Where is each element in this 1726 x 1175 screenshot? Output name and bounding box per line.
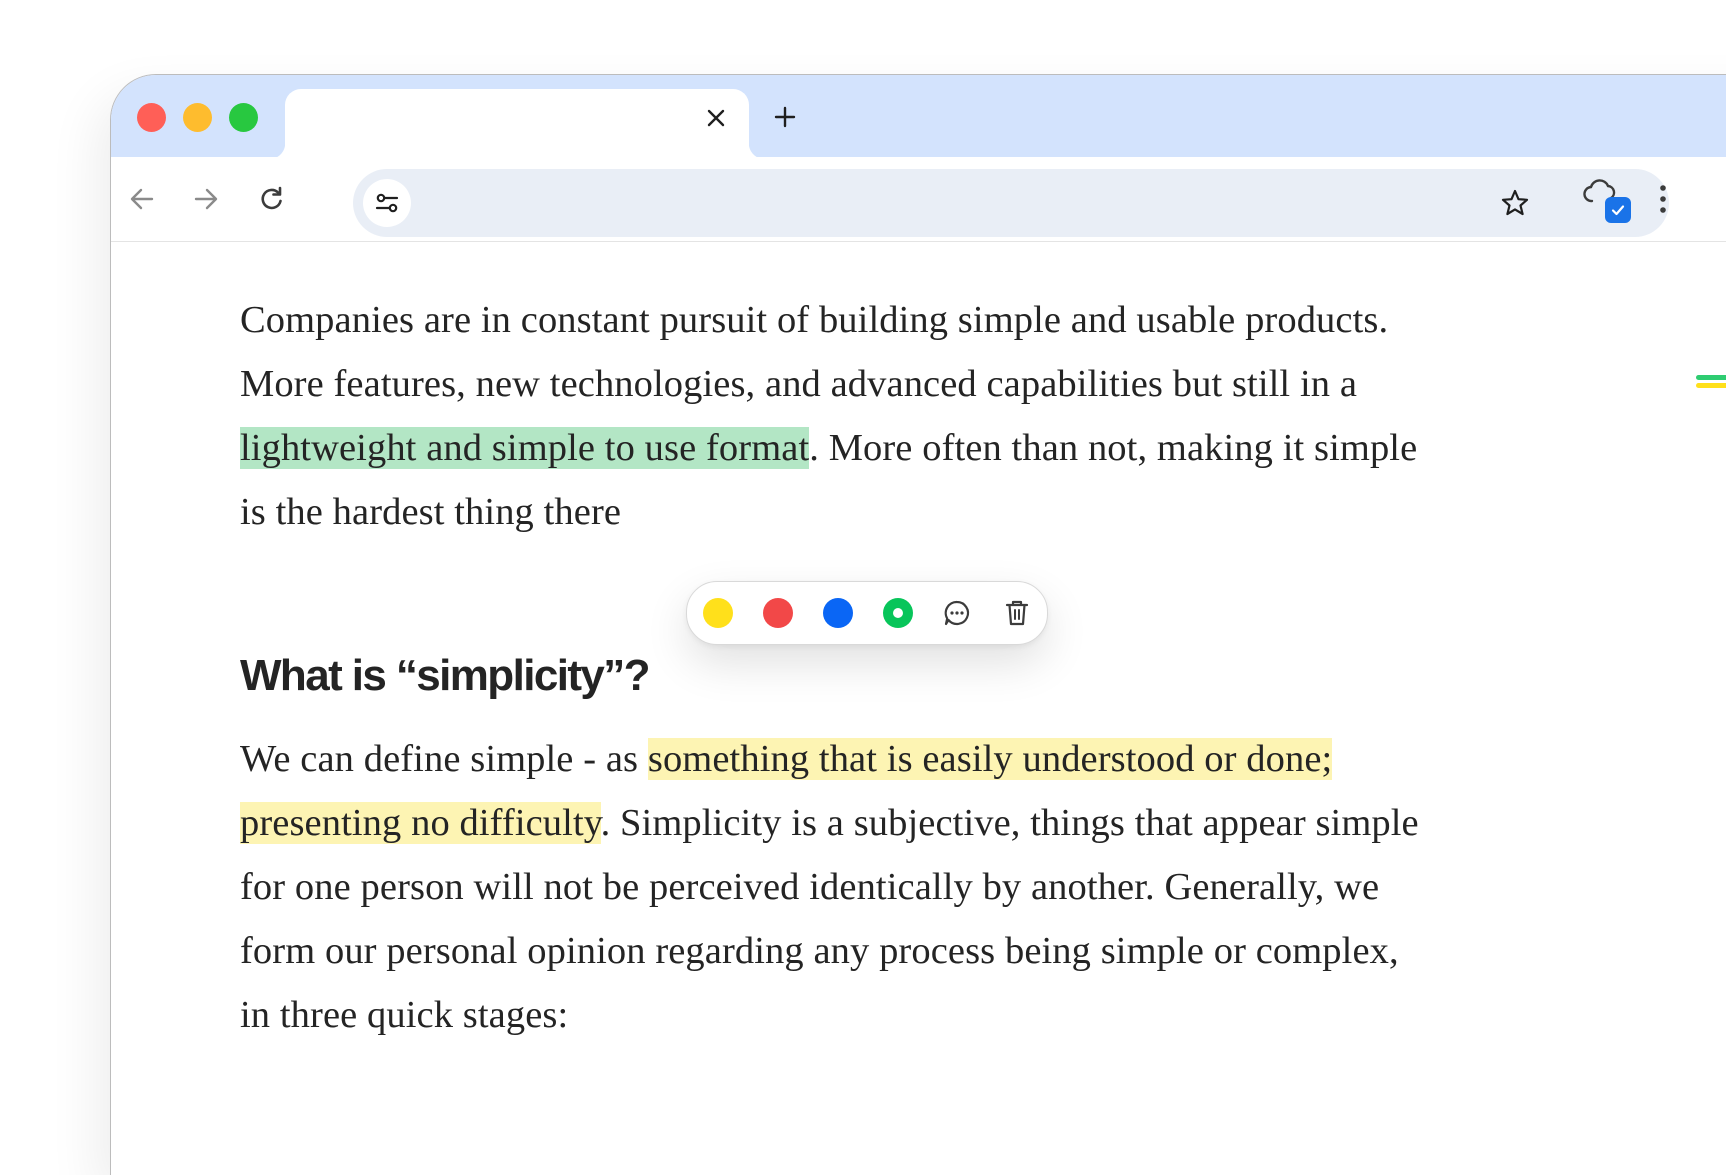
article-paragraph-2: We can define simple - as something that… <box>240 727 1640 1047</box>
bookmark-button[interactable] <box>1493 181 1537 225</box>
tune-icon <box>375 193 399 213</box>
text-line: in three quick stages: <box>240 994 569 1036</box>
color-green-button[interactable] <box>883 598 913 628</box>
article-paragraph-1: Companies are in constant pursuit of bui… <box>240 288 1640 544</box>
text-line: presenting no difficulty. Simplicity is … <box>240 791 1640 855</box>
text-line: form our personal opinion regarding any … <box>240 930 1399 972</box>
tab-strip <box>111 75 1726 159</box>
star-icon <box>1501 189 1529 216</box>
text-line: Companies are in constant pursuit of bui… <box>240 299 1389 341</box>
highlight-yellow[interactable]: presenting no difficulty <box>240 802 601 844</box>
trash-icon <box>1005 600 1029 626</box>
reload-button[interactable] <box>250 177 294 221</box>
close-icon <box>707 109 725 127</box>
browser-toolbar <box>111 157 1726 242</box>
color-blue-button[interactable] <box>823 598 853 628</box>
highlight-green[interactable]: lightweight and simple to use format <box>240 427 810 469</box>
highlight-toolbar <box>686 581 1048 645</box>
scroll-marker-yellow[interactable] <box>1696 383 1726 388</box>
forward-button[interactable] <box>184 177 228 221</box>
check-badge-icon <box>1605 197 1631 223</box>
scroll-marker-green[interactable] <box>1696 375 1726 380</box>
reload-icon <box>261 186 282 210</box>
close-window-button[interactable] <box>137 103 166 132</box>
text-segment: . Simplicity is a subjective, things tha… <box>600 802 1419 844</box>
text-line: is the hardest thing there <box>240 491 622 533</box>
text-line: More features, new technologies, and adv… <box>240 363 1358 405</box>
tab-active[interactable] <box>269 89 765 159</box>
new-tab-button[interactable] <box>765 97 805 137</box>
delete-highlight-button[interactable] <box>1000 596 1034 630</box>
url-input[interactable] <box>425 183 1509 225</box>
color-yellow-button[interactable] <box>703 598 733 628</box>
back-button[interactable] <box>120 177 164 221</box>
address-bar[interactable] <box>353 169 1669 237</box>
text-segment: We can define simple - as <box>240 738 648 780</box>
text-line: We can define simple - as something that… <box>240 727 1640 791</box>
arrow-right-icon <box>194 188 218 210</box>
minimize-window-button[interactable] <box>183 103 212 132</box>
comment-icon <box>944 600 970 626</box>
extension-button[interactable] <box>1583 175 1633 225</box>
page-content: Companies are in constant pursuit of bui… <box>111 243 1726 1175</box>
add-comment-button[interactable] <box>940 596 974 630</box>
arrow-left-icon <box>130 188 154 210</box>
maximize-window-button[interactable] <box>229 103 258 132</box>
color-red-button[interactable] <box>763 598 793 628</box>
tab-close-button[interactable] <box>699 101 733 135</box>
plus-icon <box>774 106 796 128</box>
text-line: for one person will not be perceived ide… <box>240 866 1380 908</box>
text-segment: . More often than not, making it simple <box>809 427 1418 469</box>
kebab-menu-icon <box>1660 185 1666 213</box>
browser-menu-button[interactable] <box>1643 177 1683 221</box>
text-line: lightweight and simple to use format. Mo… <box>240 416 1640 480</box>
site-info-button[interactable] <box>363 179 411 227</box>
browser-window: Companies are in constant pursuit of bui… <box>110 74 1726 1175</box>
highlight-yellow[interactable]: something that is easily understood or d… <box>647 738 1333 780</box>
section-heading: What is “simplicity”? <box>240 651 651 700</box>
